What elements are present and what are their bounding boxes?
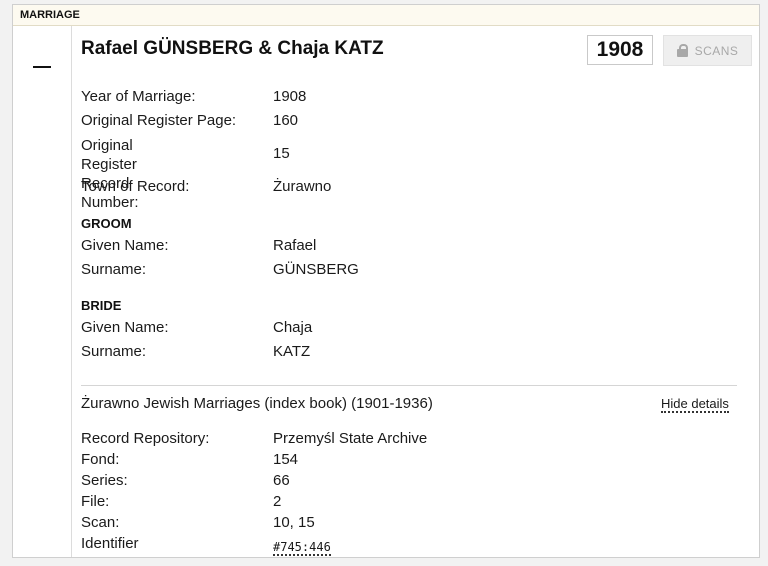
marriage-record-card: MARRIAGE Rafael GÜNSBERG & Chaja KATZ 19… [12, 4, 760, 558]
source-label: Series: [81, 472, 128, 489]
groom-label: Surname: [81, 261, 147, 278]
groom-value: GÜNSBERG [273, 261, 359, 278]
record-content: Rafael GÜNSBERG & Chaja KATZ 1908 SCANS … [81, 26, 752, 557]
detail-label: Original Register Page: [81, 112, 237, 129]
groom-heading: GROOM [81, 216, 132, 231]
bride-value: KATZ [273, 343, 311, 360]
collapse-column [13, 26, 72, 557]
source-label: Identifier [81, 535, 139, 552]
detail-label: Town of Record: [81, 178, 190, 195]
groom-value: Rafael [273, 237, 317, 254]
lock-icon [676, 44, 688, 57]
detail-value: 15 [273, 145, 290, 162]
source-value: 66 [273, 472, 290, 489]
source-label: Fond: [81, 451, 120, 468]
bride-label: Given Name: [81, 319, 169, 336]
minus-icon[interactable] [33, 66, 51, 68]
hide-details-link[interactable]: Hide details [661, 396, 729, 413]
source-label: Record Repository: [81, 430, 210, 447]
source-label: Scan: [81, 514, 120, 531]
bride-label: Surname: [81, 343, 147, 360]
detail-label: Original Register Record Number: [81, 137, 139, 211]
scans-button[interactable]: SCANS [663, 35, 752, 66]
detail-label: Year of Marriage: [81, 88, 196, 105]
scans-label: SCANS [694, 43, 739, 58]
detail-value: 160 [273, 112, 299, 129]
source-value: 154 [273, 451, 299, 468]
bride-heading: BRIDE [81, 298, 122, 313]
identifier-value: #745:446 [273, 538, 331, 556]
source-value: 10, 15 [273, 514, 315, 531]
section-divider [81, 385, 737, 386]
identifier-link[interactable]: #745:446 [273, 540, 331, 556]
source-value: Przemyśl State Archive [273, 430, 428, 447]
groom-label: Given Name: [81, 237, 169, 254]
year-badge: 1908 [587, 35, 653, 65]
record-type-header: MARRIAGE [13, 5, 759, 26]
collection-title: Żurawno Jewish Marriages (index book) (1… [81, 395, 433, 412]
record-title: Rafael GÜNSBERG & Chaja KATZ [81, 38, 384, 59]
detail-value: 1908 [273, 88, 307, 105]
detail-value: Żurawno [273, 178, 332, 195]
source-value: 2 [273, 493, 282, 510]
bride-value: Chaja [273, 319, 313, 336]
source-label: File: [81, 493, 110, 510]
